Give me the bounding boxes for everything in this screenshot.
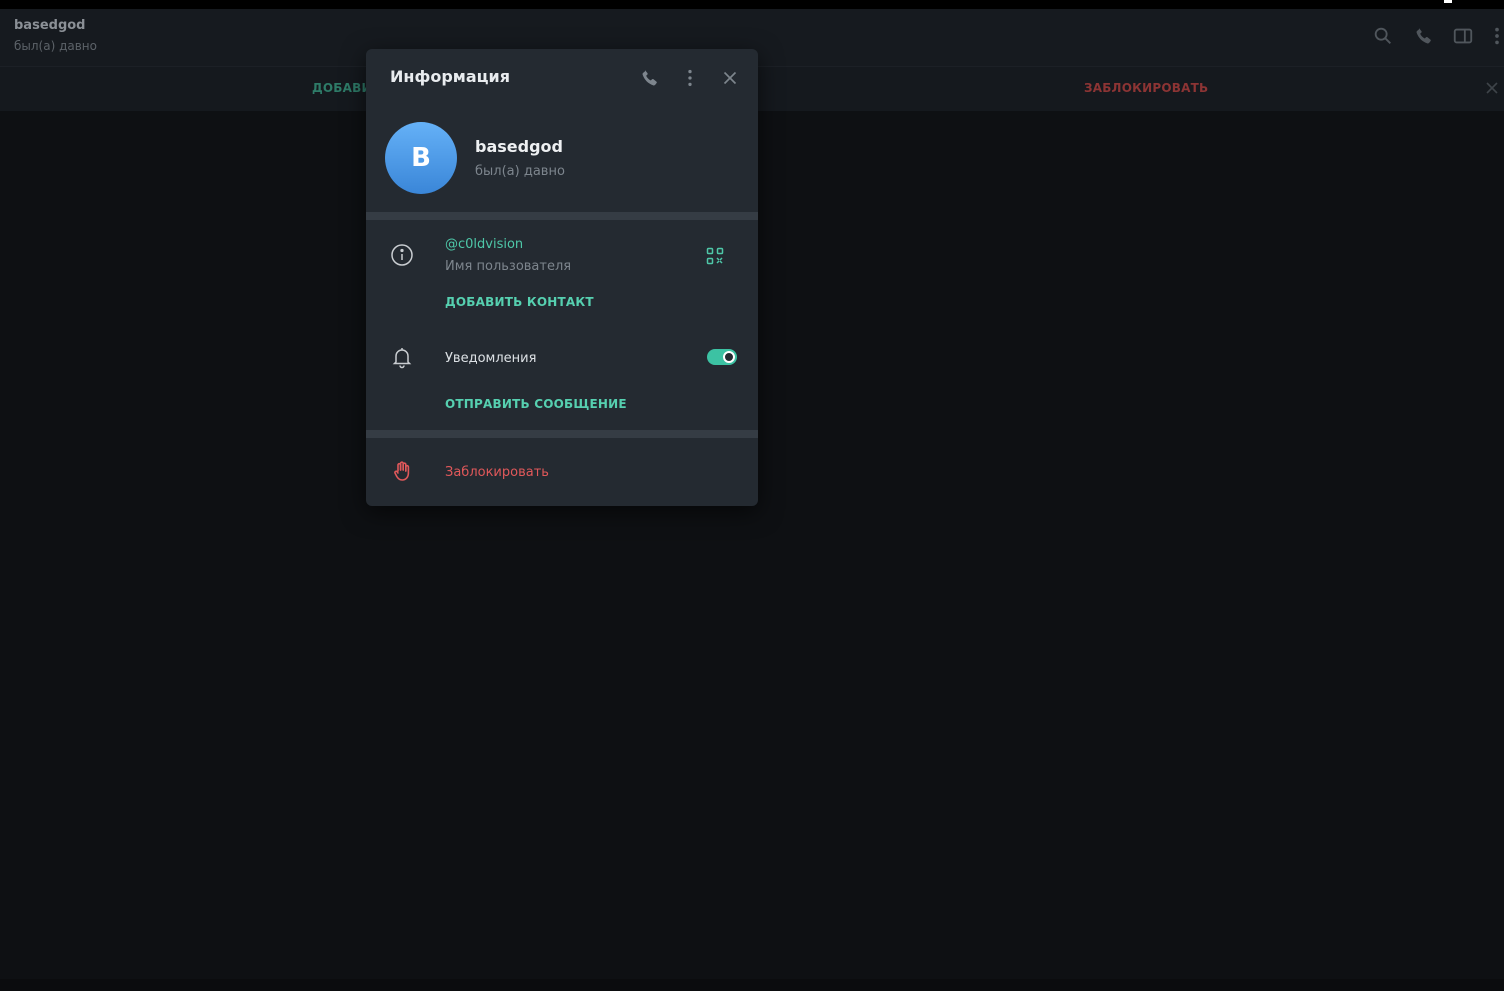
more-vertical-icon[interactable] <box>1486 25 1504 47</box>
info-dialog: Информация B basedgod был(а) давно @c0ld… <box>366 49 758 506</box>
add-contact-button[interactable]: ДОБАВИТЬ КОНТАКТ <box>445 295 594 309</box>
hand-block-icon <box>390 459 414 483</box>
qr-code-icon[interactable] <box>706 247 724 265</box>
send-message-button[interactable]: ОТПРАВИТЬ СООБЩЕНИЕ <box>445 397 627 411</box>
profile-name: basedgod <box>475 137 563 156</box>
phone-icon[interactable] <box>639 67 661 89</box>
close-icon[interactable] <box>719 67 741 89</box>
notifications-toggle[interactable] <box>707 349 737 365</box>
phone-icon[interactable] <box>1413 25 1435 47</box>
add-contact-button[interactable]: ДОБАВИТЬ КОНТАКТ <box>312 81 368 95</box>
notifications-label: Уведомления <box>445 351 537 366</box>
avatar[interactable]: B <box>385 122 457 194</box>
section-divider <box>366 430 758 438</box>
toggle-knob <box>723 351 735 363</box>
block-user-item[interactable]: Заблокировать <box>445 465 549 480</box>
dialog-title: Информация <box>390 67 510 86</box>
info-icon <box>390 243 414 267</box>
window-control-mark <box>1444 0 1452 3</box>
block-user-button[interactable]: ЗАБЛОКИРОВАТЬ <box>1084 81 1208 95</box>
search-icon[interactable] <box>1372 25 1394 47</box>
bell-icon <box>390 345 414 369</box>
bottom-bar <box>0 979 1504 991</box>
chat-status: был(а) давно <box>14 39 97 53</box>
sidebar-toggle-icon[interactable] <box>1452 25 1474 47</box>
close-icon[interactable] <box>1482 78 1502 98</box>
username-value[interactable]: @c0ldvision <box>445 237 523 252</box>
chat-title[interactable]: basedgod <box>14 18 85 33</box>
window-top-strip <box>0 0 1504 9</box>
username-label: Имя пользователя <box>445 259 572 274</box>
section-divider <box>366 212 758 220</box>
more-vertical-icon[interactable] <box>679 67 701 89</box>
profile-status: был(а) давно <box>475 164 565 179</box>
